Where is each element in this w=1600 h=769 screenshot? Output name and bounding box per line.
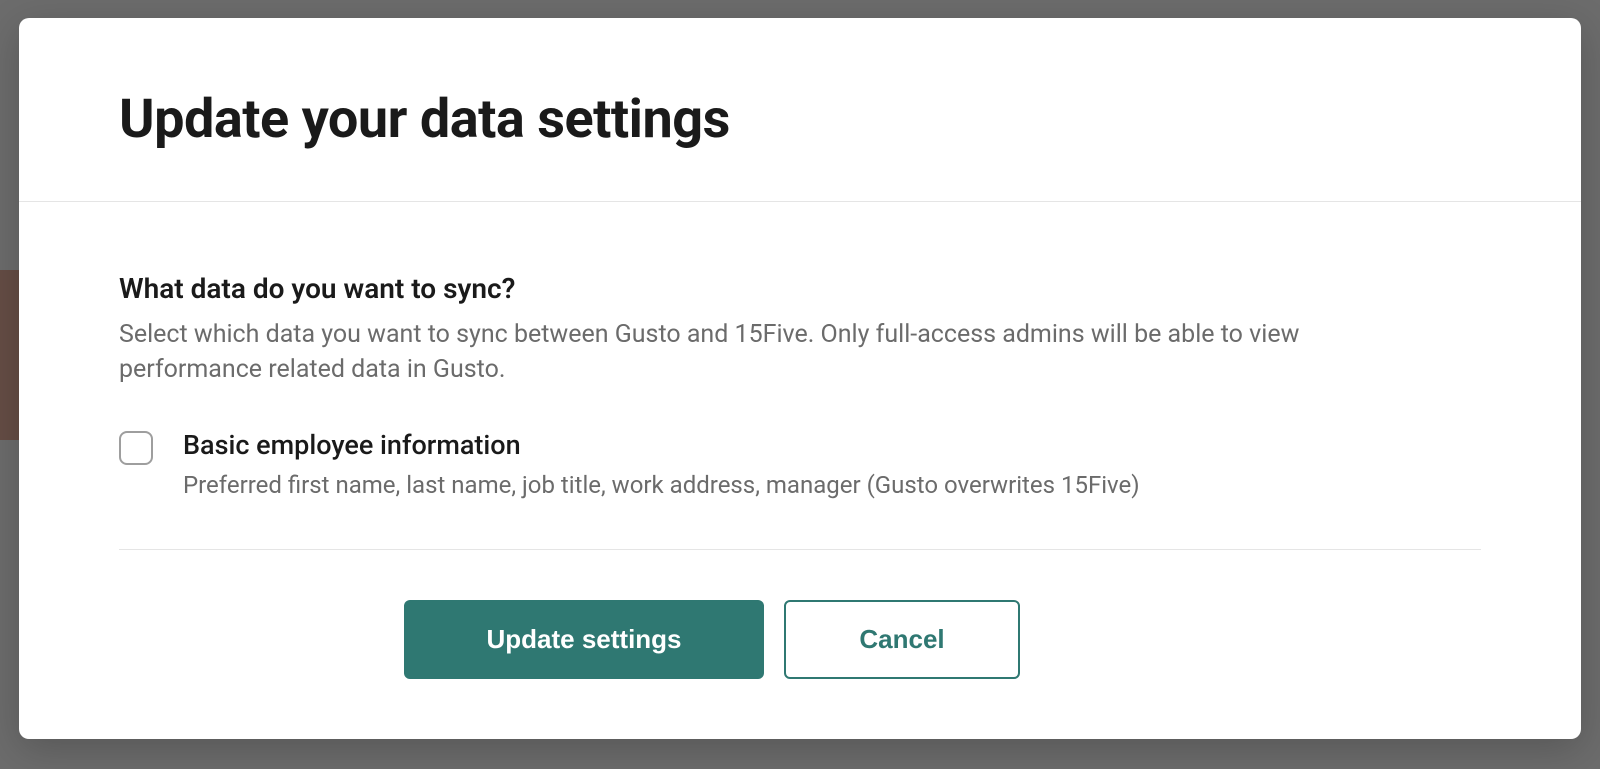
modal-footer: Update settings Cancel xyxy=(119,549,1481,739)
sync-option-row: Basic employee information Preferred fir… xyxy=(119,429,1481,549)
sync-option-sublabel: Preferred first name, last name, job tit… xyxy=(183,471,1481,499)
sync-option-label: Basic employee information xyxy=(183,429,1481,461)
modal-header: Update your data settings xyxy=(19,18,1581,202)
modal-overlay: Update your data settings What data do y… xyxy=(0,0,1600,769)
modal-title: Update your data settings xyxy=(119,88,1481,151)
basic-employee-info-checkbox[interactable] xyxy=(119,431,153,465)
sync-option-content: Basic employee information Preferred fir… xyxy=(183,429,1481,499)
cancel-button[interactable]: Cancel xyxy=(784,600,1020,679)
update-settings-button[interactable]: Update settings xyxy=(404,600,764,679)
modal-body: What data do you want to sync? Select wh… xyxy=(19,202,1581,549)
update-data-settings-modal: Update your data settings What data do y… xyxy=(19,18,1581,739)
sync-section-heading: What data do you want to sync? xyxy=(119,272,1481,305)
sync-section-description: Select which data you want to sync betwe… xyxy=(119,317,1369,387)
